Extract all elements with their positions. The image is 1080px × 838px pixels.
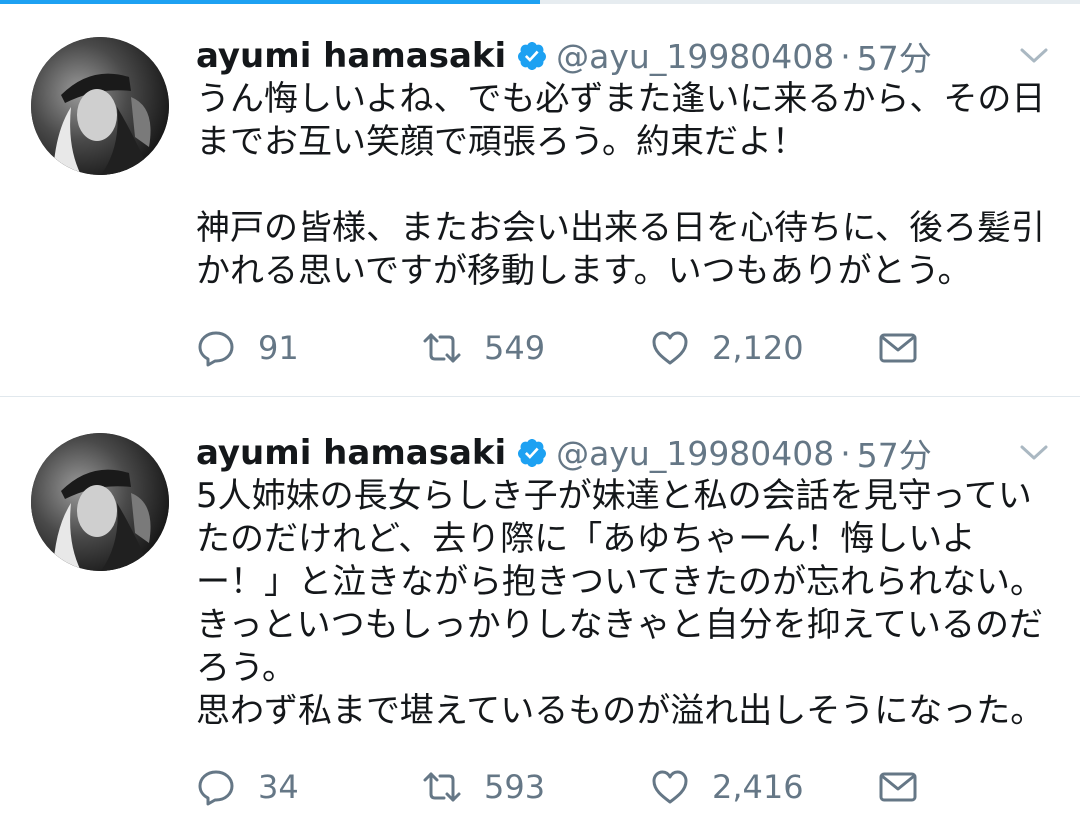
- avatar-image: [31, 37, 169, 175]
- tweet[interactable]: ayumi hamasaki @ayu_19980408 · 57分 5人姉妹の…: [0, 397, 1080, 838]
- avatar[interactable]: [31, 37, 169, 175]
- display-name[interactable]: ayumi hamasaki: [196, 36, 506, 76]
- timestamp[interactable]: 57分: [857, 429, 932, 477]
- tweet[interactable]: ayumi hamasaki @ayu_19980408 · 57分 うん悔しい…: [0, 0, 1080, 396]
- chevron-down-icon[interactable]: [1018, 46, 1050, 66]
- verified-badge-icon: [518, 42, 547, 70]
- direct-message-icon: [879, 333, 917, 363]
- like-button[interactable]: 2,416: [650, 767, 804, 807]
- direct-message-button[interactable]: [878, 767, 918, 807]
- retweet-button[interactable]: 549: [422, 328, 545, 368]
- verified-badge-icon: [518, 439, 547, 467]
- timestamp[interactable]: 57分: [857, 32, 932, 80]
- retweet-button[interactable]: 593: [422, 767, 545, 807]
- tweet-text: うん悔しいよね、でも必ずまた逢いに来るから、その日 までお互い笑顔で頑張ろう。約…: [196, 79, 1046, 291]
- tweet-header: ayumi hamasaki @ayu_19980408 · 57分: [196, 431, 932, 475]
- reply-icon: [198, 770, 234, 806]
- reply-count: 91: [258, 329, 299, 367]
- display-name[interactable]: ayumi hamasaki: [196, 433, 506, 473]
- direct-message-button[interactable]: [878, 328, 918, 368]
- avatar-image: [31, 433, 169, 571]
- avatar[interactable]: [31, 433, 169, 571]
- like-button[interactable]: 2,120: [650, 328, 804, 368]
- reply-icon: [198, 331, 234, 367]
- separator-dot: ·: [840, 433, 851, 473]
- tweet-actions: 34 593 2,416: [196, 767, 1056, 807]
- like-icon: [652, 331, 688, 365]
- reply-button[interactable]: 34: [196, 767, 299, 807]
- tweet-text: 5人姉妹の長女らしき子が妹達と私の会話を見守ってい たのだけれど、去り際に「あゆ…: [196, 476, 1045, 731]
- like-count: 2,120: [712, 329, 804, 367]
- chevron-down-icon[interactable]: [1018, 443, 1050, 463]
- retweet-count: 549: [484, 329, 546, 367]
- retweet-count: 593: [484, 768, 546, 806]
- reply-count: 34: [258, 768, 299, 806]
- separator-dot: ·: [840, 36, 851, 76]
- retweet-icon: [423, 772, 461, 802]
- retweet-icon: [423, 333, 461, 363]
- reply-button[interactable]: 91: [196, 328, 299, 368]
- direct-message-icon: [879, 772, 917, 802]
- tweet-header: ayumi hamasaki @ayu_19980408 · 57分: [196, 34, 932, 78]
- user-handle[interactable]: @ayu_19980408: [556, 434, 834, 473]
- like-count: 2,416: [712, 768, 804, 806]
- tweet-actions: 91 549 2,120: [196, 328, 1056, 368]
- user-handle[interactable]: @ayu_19980408: [556, 37, 834, 76]
- like-icon: [652, 770, 688, 804]
